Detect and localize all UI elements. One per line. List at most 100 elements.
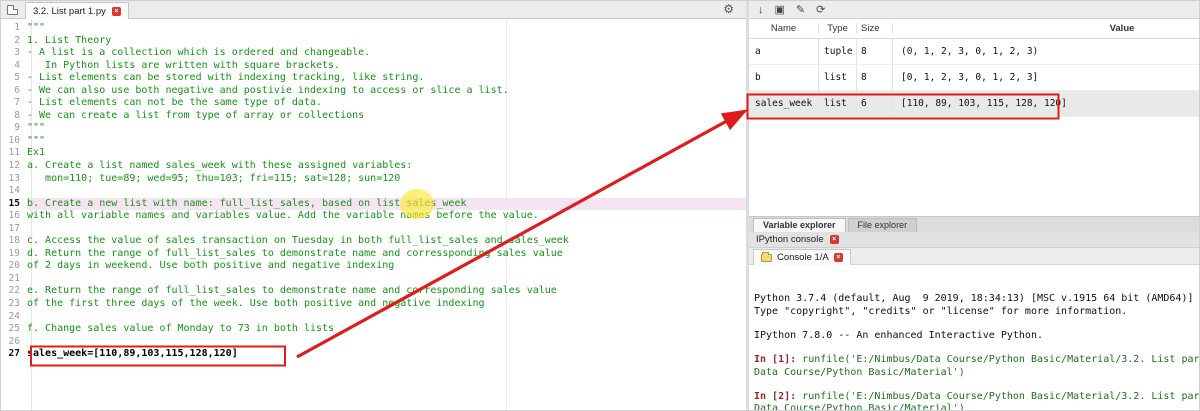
- editor-line[interactable]: 19 d. Return the range of full_list_sales…: [1, 248, 746, 261]
- variable-size-cell: 8: [857, 39, 893, 64]
- editor-tab-label: 3.2. List part 1.py: [33, 5, 106, 17]
- pane-tab-file-explorer[interactable]: File explorer: [847, 218, 918, 232]
- line-number: 24: [8, 310, 20, 322]
- line-text: """: [27, 22, 46, 33]
- console-text-segment: In [2]:: [754, 390, 803, 402]
- console-text-segment: In [1]:: [754, 354, 803, 366]
- variable-row[interactable]: b list 8 [0, 1, 2, 3, 0, 1, 2, 3]: [749, 65, 1199, 91]
- refresh-icon[interactable]: ⟳: [816, 3, 825, 16]
- editor-line[interactable]: 10 """: [1, 135, 746, 148]
- console-line: Data Course/Python Basic/Material'): [754, 367, 1196, 379]
- line-text: [27, 185, 746, 198]
- variable-type-cell: list: [819, 65, 857, 90]
- variable-name-cell: b: [749, 65, 819, 90]
- editor-line[interactable]: 13 mon=110; tue=89; wed=95; thu=103; fri…: [1, 173, 746, 186]
- editor-line[interactable]: 4 In Python lists are written with squar…: [1, 60, 746, 73]
- line-text: [27, 311, 746, 324]
- console-text-segment: Data Course/Python Basic/Material'): [754, 403, 965, 411]
- header-value[interactable]: Value: [893, 23, 1199, 34]
- variable-value-cell: (0, 1, 2, 3, 0, 1, 2, 3): [901, 46, 1039, 57]
- ipython-console[interactable]: Python 3.7.4 (default, Aug 9 2019, 18:34…: [749, 265, 1199, 411]
- console-pane-close-icon[interactable]: ×: [829, 235, 839, 244]
- editor-line[interactable]: 21: [1, 273, 746, 286]
- editor-line[interactable]: 25 f. Change sales value of Monday to 73 …: [1, 323, 746, 336]
- editor-line[interactable]: 20 of 2 days in weekend. Use both positiv…: [1, 260, 746, 273]
- tab-close-icon[interactable]: ×: [111, 6, 121, 16]
- editor-line[interactable]: 18 c. Access the value of sales transacti…: [1, 235, 746, 248]
- line-text: of the first three days of the week. Use…: [27, 298, 485, 310]
- import-data-icon[interactable]: ↓: [758, 4, 764, 16]
- editor-line[interactable]: 9 """: [1, 122, 746, 135]
- line-text: - A list is a collection which is ordere…: [27, 47, 371, 59]
- editor-line[interactable]: 17: [1, 223, 746, 236]
- line-number: 9: [14, 122, 20, 134]
- editor-tab[interactable]: 3.2. List part 1.py ×: [25, 2, 129, 19]
- editor-line[interactable]: 26: [1, 336, 746, 349]
- line-number: 23: [8, 298, 20, 310]
- line-number: 13: [8, 172, 20, 184]
- editor-line[interactable]: 3 - A list is a collection which is order…: [1, 47, 746, 60]
- variable-name-cell: sales_week: [749, 91, 819, 116]
- line-number: 4: [14, 59, 20, 71]
- explorer-pane-tabs: Variable explorer File explorer: [749, 216, 1199, 232]
- line-text: with all variable names and variables va…: [27, 210, 539, 222]
- editor-line[interactable]: 15 b. Create a new list with name: full_l…: [1, 197, 746, 211]
- variable-row[interactable]: sales_week list 6 [110, 89, 103, 115, 128, …: [749, 91, 1199, 117]
- editor-line[interactable]: 11 Ex1: [1, 147, 746, 160]
- console-line: Python 3.7.4 (default, Aug 9 2019, 18:34…: [754, 293, 1196, 305]
- editor-line[interactable]: 8 - We can create a list from type of arr…: [1, 110, 746, 123]
- variable-size-cell: 8: [857, 65, 893, 90]
- editor-line[interactable]: 27 sales_week=[110,89,103,115,128,120]: [1, 348, 746, 361]
- editor-line[interactable]: 1 """: [1, 22, 746, 35]
- line-number: 6: [14, 84, 20, 96]
- line-number: 19: [8, 247, 20, 259]
- editor-line[interactable]: 23 of the first three days of the week. U…: [1, 298, 746, 311]
- console-line: Type "copyright", "credits" or "license"…: [754, 306, 1196, 318]
- editor-line[interactable]: 6 - We can also use both negative and pos…: [1, 85, 746, 98]
- line-number: 14: [8, 185, 20, 197]
- header-size[interactable]: Size: [857, 23, 893, 34]
- line-number: 11: [8, 147, 20, 159]
- save-data-icon[interactable]: ▣: [775, 3, 785, 16]
- header-name[interactable]: Name: [749, 23, 819, 34]
- console-text-segment: Python 3.7.4 (default, Aug 9 2019, 18:34…: [754, 293, 1194, 305]
- variable-size-cell: 6: [857, 91, 893, 116]
- editor-line[interactable]: 16 with all variable names and variables …: [1, 210, 746, 223]
- editor-line[interactable]: 24: [1, 311, 746, 324]
- gear-icon[interactable]: ⚙: [723, 2, 734, 16]
- editor-line[interactable]: 5 - List elements can be stored with inde…: [1, 72, 746, 85]
- spyder-window: 3.2. List part 1.py × ⚙ 1 """ 2 1. List The…: [0, 0, 1200, 411]
- folder-icon: [761, 251, 772, 262]
- variable-explorer-table: Name Type Size Value a tuple 8 (0, 1, 2, 3,…: [749, 19, 1199, 216]
- variable-type-cell: list: [819, 91, 857, 116]
- line-text: d. Return the range of full_list_sales t…: [27, 247, 563, 259]
- edit-data-icon[interactable]: ✎: [796, 3, 805, 16]
- code-editor[interactable]: 1 """ 2 1. List Theory 3 - A list is a collec…: [1, 19, 746, 410]
- editor-line[interactable]: 14: [1, 185, 746, 198]
- line-text: Ex1: [27, 147, 46, 159]
- console-tab-label: Console 1/A: [777, 252, 829, 263]
- editor-tabbar: 3.2. List part 1.py × ⚙: [1, 1, 746, 19]
- editor-line[interactable]: 22 e. Return the range of full_list_sales…: [1, 285, 746, 298]
- line-number: 16: [8, 210, 20, 222]
- editor-line[interactable]: 2 1. List Theory: [1, 35, 746, 48]
- line-text: c. Access the value of sales transaction…: [27, 235, 569, 247]
- variable-row[interactable]: a tuple 8 (0, 1, 2, 3, 0, 1, 2, 3): [749, 39, 1199, 65]
- line-number: 2: [14, 34, 20, 46]
- line-text: [27, 273, 746, 286]
- line-text: 1. List Theory: [27, 34, 112, 46]
- editor-line[interactable]: 7 - List elements can not be the same typ…: [1, 97, 746, 110]
- console-tab-close-icon[interactable]: ×: [833, 253, 843, 262]
- console-tab[interactable]: Console 1/A ×: [753, 249, 851, 265]
- variable-value-cell: [110, 89, 103, 115, 128, 120]: [901, 98, 1067, 109]
- line-number: 25: [8, 323, 20, 335]
- console-text-segment: IPython 7.8.0 -- An enhanced Interactive…: [754, 330, 1043, 341]
- console-text-segment: Type "copyright", "credits" or "license"…: [754, 305, 1128, 317]
- line-number: 20: [8, 260, 20, 272]
- line-text: mon=110; tue=89; wed=95; thu=103; fri=11…: [27, 172, 401, 184]
- header-type[interactable]: Type: [819, 23, 857, 34]
- pane-tab-variable-explorer[interactable]: Variable explorer: [753, 218, 846, 232]
- editor-line[interactable]: 12 a. Create a list named sales_week with…: [1, 160, 746, 173]
